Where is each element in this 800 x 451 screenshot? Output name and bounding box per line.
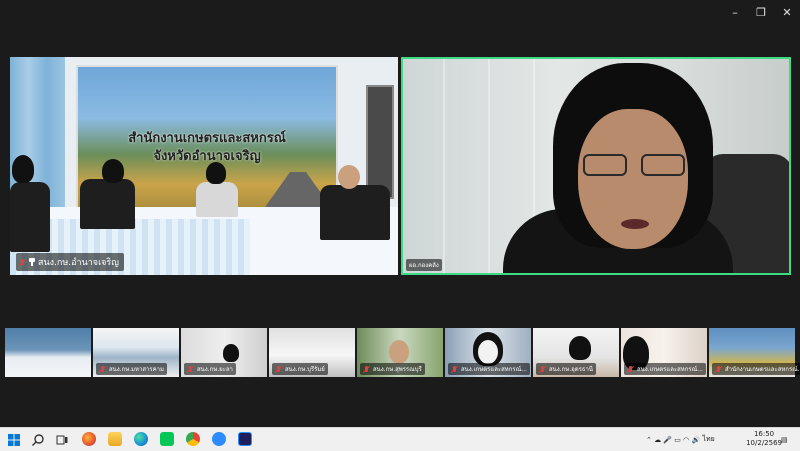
participant-label: ผอ.กองคลัง [406,259,442,271]
edge-icon[interactable] [134,432,148,446]
thumbnail-tile[interactable] [5,328,91,377]
close-button[interactable]: ✕ [774,0,800,24]
mic-muted-icon [187,365,194,373]
mic-muted-icon [275,365,282,373]
video-tile-active-speaker[interactable]: ผอ.กองคลัง [401,57,791,275]
zoom-icon[interactable] [212,432,226,446]
participant-label: สนง.เกษตรและสหกรณ์... [624,363,706,375]
mic-muted-icon [363,365,370,373]
wifi-icon[interactable]: ◠ [683,436,689,444]
window-controls: – ❐ ✕ [722,0,800,24]
participant-label: สนง.กษ.มหาสารคาม [96,363,167,375]
windows-start-icon[interactable] [7,432,21,446]
volume-icon[interactable]: 🔊 [692,436,701,444]
thumbnail-tile[interactable]: สนง.กษ.อุดรธานี [533,328,619,377]
task-view-icon[interactable] [55,432,69,446]
thumbnail-tile[interactable]: สนง.กษ.บุรีรัมย์ [269,328,355,377]
thumbnail-tile[interactable]: สนง.กษ.สุพรรณบุรี [357,328,443,377]
participant-person [196,182,238,217]
thumbnail-tile[interactable]: สนง.กษ.ยะลา [181,328,267,377]
thumbnail-tile[interactable]: สนง.เกษตรและสหกรณ์... [445,328,531,377]
participant-label: สนง.กษ.ยะลา [184,363,236,375]
mic-muted-icon [539,365,546,373]
mic-muted-icon [715,365,722,373]
mic-muted-icon [627,365,634,373]
cloud-icon[interactable]: ☁ [654,436,661,444]
file-explorer-icon[interactable] [108,432,122,446]
line-icon[interactable] [160,432,174,446]
chevron-up-icon[interactable]: ⌃ [646,436,652,444]
clock-date: 10/2/2569 [746,439,782,447]
thumbnail-tile[interactable]: สนง.กษ.มหาสารคาม [93,328,179,377]
participant-label: สำนักงานเกษตรและสหกรณ์... [712,363,800,375]
language-indicator[interactable]: ไทย [702,434,714,445]
participant-label: สนง.กษ.สุพรรณบุรี [360,363,425,375]
taskbar: ⌃ ☁ 🎤 ▭ ◠ 🔊 ไทย 16:50 10/2/2569 ▤ [0,427,800,451]
participant-label: สนง.กษ.อุดรธานี [536,363,596,375]
zoom-workplace-icon[interactable] [238,432,252,446]
minimize-button[interactable]: – [722,0,748,24]
firefox-icon[interactable] [82,432,96,446]
thumbnail-tile[interactable]: สนง.เกษตรและสหกรณ์... [621,328,707,377]
participant-label: สนง.เกษตรและสหกรณ์... [448,363,530,375]
participant-person [320,185,390,240]
mic-muted-icon [99,365,106,373]
clock[interactable]: 16:50 10/2/2569 [746,430,782,448]
participant-label: สนง.กษ.อำนาจเจริญ [16,253,124,271]
restore-button[interactable]: ❐ [748,0,774,24]
search-icon[interactable] [31,432,45,446]
pin-icon [29,258,35,266]
participant-person [10,182,50,252]
thumbnail-tile[interactable]: สำนักงานเกษตรและสหกรณ์... [709,328,800,377]
chrome-icon[interactable] [186,432,200,446]
glasses [581,154,689,180]
mic-muted-icon [451,365,458,373]
microphone-icon[interactable]: 🎤 [663,436,672,444]
video-tile-meeting-room[interactable]: สำนักงานเกษตรและสหกรณ์ จังหวัดอำนาจเจริญ… [10,57,398,275]
participant-person [80,179,135,229]
notification-icon[interactable]: ▤ [781,428,788,451]
participant-label: สนง.กษ.บุรีรัมย์ [272,363,328,375]
mic-muted-icon [19,258,26,266]
clock-time: 16:50 [753,430,775,438]
system-tray: ⌃ ☁ 🎤 ▭ ◠ 🔊 ไทย [646,428,715,451]
network-icon[interactable]: ▭ [674,436,681,444]
